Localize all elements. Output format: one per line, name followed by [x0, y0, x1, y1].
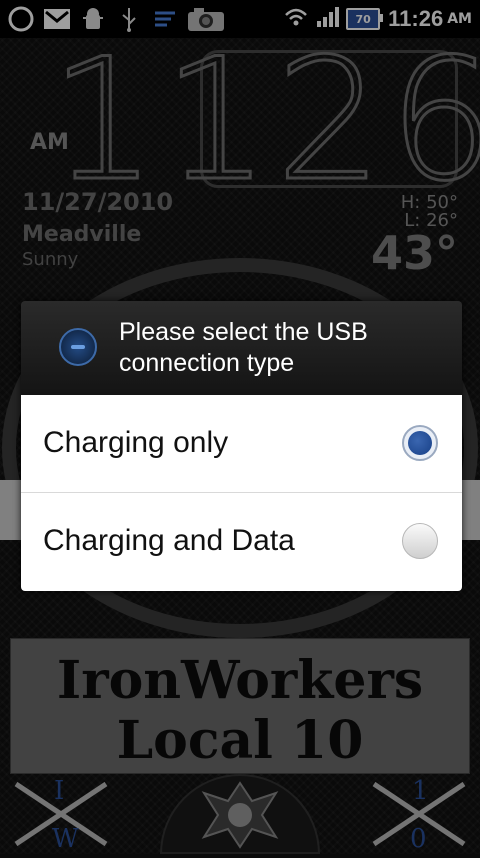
option-label: Charging and Data: [43, 524, 295, 557]
dialog-options: Charging only Charging and Data: [21, 395, 462, 591]
dialog-title: Please select the USB connection type: [119, 318, 368, 377]
radio-unselected[interactable]: [402, 523, 438, 559]
option-charging-only[interactable]: Charging only: [21, 395, 462, 491]
usb-connection-dialog: Please select the USB connection type Ch…: [21, 301, 462, 591]
option-charging-and-data[interactable]: Charging and Data: [21, 492, 462, 589]
radio-selected[interactable]: [402, 425, 438, 461]
dialog-info-icon: [59, 328, 97, 366]
dialog-header: Please select the USB connection type: [21, 301, 462, 396]
option-label: Charging only: [43, 426, 229, 459]
